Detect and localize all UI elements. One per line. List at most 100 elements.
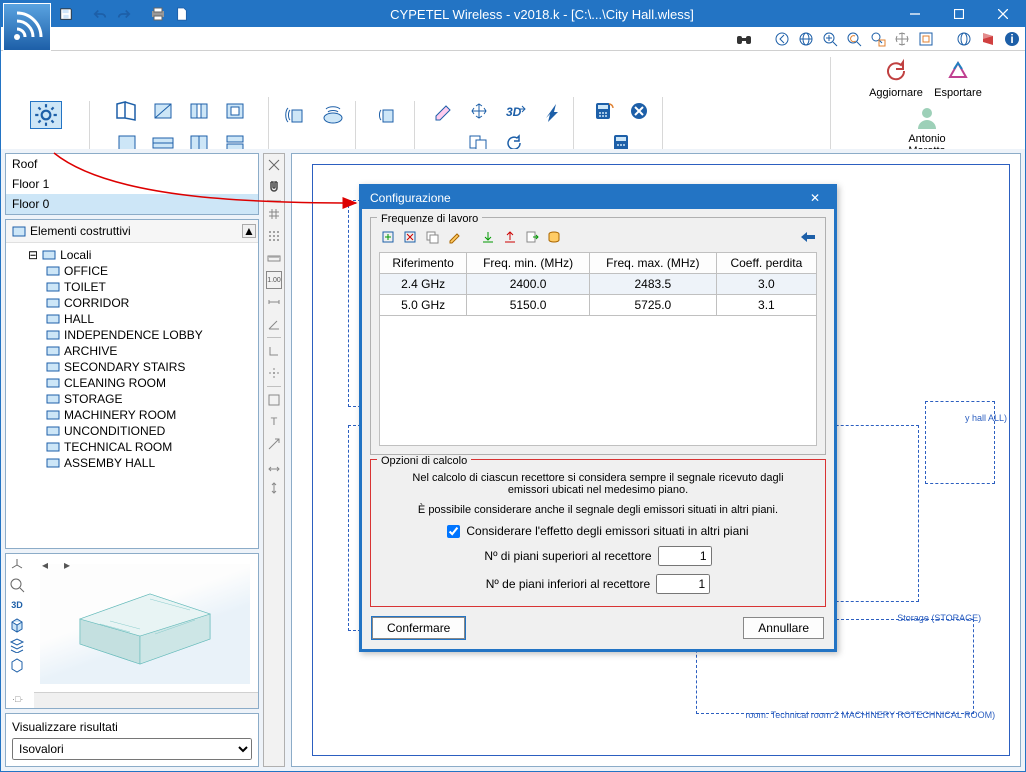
save-icon[interactable] <box>57 5 75 23</box>
pv-layer-icon[interactable] <box>8 636 26 654</box>
preview-3d: 3D ◂ ▸ ·□· <box>5 553 259 709</box>
ts-track-icon[interactable] <box>265 364 283 382</box>
aggiornare-button[interactable]: Aggiornare <box>867 57 925 99</box>
elem-btn-3[interactable] <box>184 97 216 125</box>
floor-1[interactable]: Floor 1 <box>6 174 258 194</box>
tree-item[interactable]: CORRIDOR <box>10 295 254 311</box>
results-select[interactable]: Isovalori <box>12 738 252 760</box>
tree-item[interactable]: OFFICE <box>10 263 254 279</box>
pv-3d-icon[interactable]: 3D <box>8 596 26 614</box>
calc-btn-1[interactable] <box>587 97 619 125</box>
import-icon[interactable] <box>479 228 497 246</box>
binoculars-icon[interactable] <box>735 30 753 48</box>
export-icon[interactable] <box>523 228 541 246</box>
dialog-close-icon[interactable]: ✕ <box>804 191 826 205</box>
globe-prev-icon[interactable] <box>773 30 791 48</box>
elem-btn-4[interactable] <box>220 97 252 125</box>
mod-flash-btn[interactable] <box>535 97 567 125</box>
tree-item[interactable]: HALL <box>10 311 254 327</box>
tree-item[interactable]: TECHNICAL ROOM <box>10 439 254 455</box>
tree-item[interactable]: MACHINERY ROOM <box>10 407 254 423</box>
doc-icon[interactable] <box>173 5 191 23</box>
floors-above-input[interactable] <box>658 546 712 566</box>
docs-icon[interactable] <box>979 30 997 48</box>
pv-cube-icon[interactable] <box>8 616 26 634</box>
ricett-btn[interactable] <box>372 101 404 129</box>
pv-wire-icon[interactable] <box>8 656 26 674</box>
tree-body[interactable]: ⊟Locali OFFICETOILETCORRIDORHALLINDEPEND… <box>6 243 258 485</box>
ts-100-icon[interactable]: 1.00 <box>266 271 282 289</box>
minimize-button[interactable] <box>893 1 937 27</box>
ts-grid-icon[interactable] <box>265 205 283 223</box>
elem-btn-2[interactable] <box>148 97 180 125</box>
table-row[interactable]: 2.4 GHz2400.02483.53.0 <box>380 274 817 295</box>
undo-icon[interactable] <box>91 5 109 23</box>
back-icon[interactable] <box>799 228 817 246</box>
ts-magnet-icon[interactable] <box>265 178 283 196</box>
ts-updown-icon[interactable] <box>265 479 283 497</box>
ts-dimline-icon[interactable] <box>265 457 283 475</box>
mod-3d-btn[interactable]: 3D <box>499 97 531 125</box>
globe-icon[interactable] <box>797 30 815 48</box>
consider-checkbox[interactable] <box>447 525 460 538</box>
tree-item[interactable]: ARCHIVE <box>10 343 254 359</box>
ts-ruler-icon[interactable] <box>265 249 283 267</box>
ts-angle-icon[interactable] <box>265 315 283 333</box>
elem-btn-1[interactable] <box>112 97 144 125</box>
fullscreen-icon[interactable] <box>917 30 935 48</box>
calc-btn-2[interactable] <box>623 97 655 125</box>
tree-item[interactable]: ASSEMBY HALL <box>10 455 254 471</box>
dialog-titlebar[interactable]: Configurazione ✕ <box>362 187 834 209</box>
table-row[interactable]: 5.0 GHz5150.05725.03.1 <box>380 295 817 316</box>
help-globe-icon[interactable] <box>955 30 973 48</box>
ts-dim-icon[interactable] <box>265 293 283 311</box>
tree-item[interactable]: STORAGE <box>10 391 254 407</box>
add-icon[interactable] <box>379 228 397 246</box>
close-button[interactable] <box>981 1 1025 27</box>
floor-0[interactable]: Floor 0 <box>6 194 258 214</box>
mod-move-btn[interactable] <box>463 97 495 125</box>
tree-locali[interactable]: ⊟Locali <box>10 247 254 263</box>
tree-item[interactable]: CLEANING ROOM <box>10 375 254 391</box>
export-up-icon[interactable] <box>501 228 519 246</box>
app-logo[interactable] <box>3 3 51 51</box>
ts-text-icon[interactable]: T <box>265 413 283 431</box>
scroll-up-icon[interactable]: ▲ <box>242 224 256 238</box>
zoom-box-icon[interactable] <box>869 30 887 48</box>
info-icon[interactable]: i <box>1003 30 1021 48</box>
tree-item[interactable]: SECONDARY STAIRS <box>10 359 254 375</box>
pv-left-icon[interactable]: ◂ <box>36 556 54 574</box>
preview-scrollbar[interactable] <box>34 692 258 708</box>
redo-icon[interactable] <box>115 5 133 23</box>
ts-ortho-icon[interactable] <box>265 342 283 360</box>
pan-icon[interactable] <box>893 30 911 48</box>
preview-canvas[interactable] <box>40 564 250 684</box>
emett-btn-2[interactable] <box>317 101 349 129</box>
mod-erase-btn[interactable] <box>427 97 459 125</box>
floor-roof[interactable]: Roof <box>6 154 258 174</box>
emett-btn-1[interactable] <box>281 101 313 129</box>
pv-zoom-icon[interactable] <box>8 576 26 594</box>
pv-right-icon[interactable]: ▸ <box>58 556 76 574</box>
delete-icon[interactable] <box>401 228 419 246</box>
maximize-button[interactable] <box>937 1 981 27</box>
pv-axis-icon[interactable] <box>8 556 26 574</box>
print-icon[interactable] <box>149 5 167 23</box>
tree-item[interactable]: TOILET <box>10 279 254 295</box>
save-db-icon[interactable] <box>545 228 563 246</box>
confirm-button[interactable]: Confermare <box>372 617 465 639</box>
zoom-in-icon[interactable] <box>821 30 839 48</box>
config-button[interactable] <box>30 101 62 129</box>
cancel-button[interactable]: Annullare <box>743 617 824 639</box>
edit-icon[interactable] <box>445 228 463 246</box>
ts-dots-icon[interactable] <box>265 227 283 245</box>
tree-item[interactable]: UNCONDITIONED <box>10 423 254 439</box>
floors-below-input[interactable] <box>656 574 710 594</box>
copy-icon[interactable] <box>423 228 441 246</box>
tree-item[interactable]: INDEPENDENCE LOBBY <box>10 327 254 343</box>
zoom-refresh-icon[interactable] <box>845 30 863 48</box>
ts-arrow-icon[interactable] <box>265 435 283 453</box>
ts-layer-icon[interactable] <box>265 391 283 409</box>
ts-cross-icon[interactable] <box>265 156 283 174</box>
esportare-button[interactable]: Esportare <box>929 57 987 99</box>
